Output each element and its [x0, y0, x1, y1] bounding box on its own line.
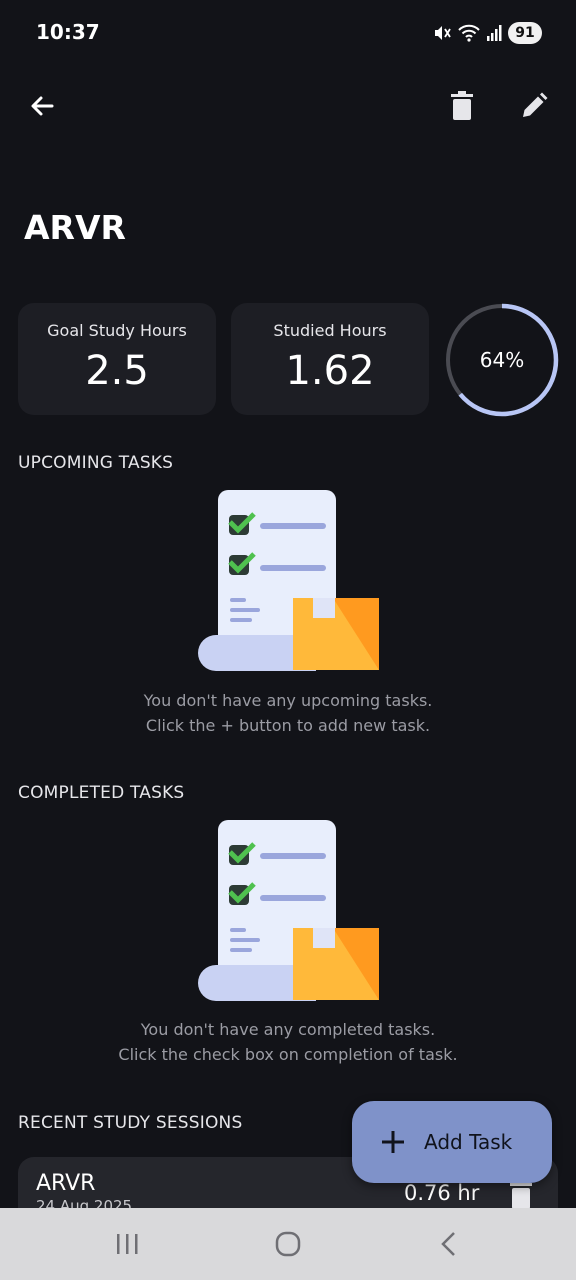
status-time: 10:37 [36, 20, 100, 44]
plus-icon [382, 1131, 404, 1153]
session-delete-icon[interactable] [510, 1181, 532, 1209]
recent-sessions-title: RECENT STUDY SESSIONS [18, 1113, 243, 1133]
upcoming-empty-line1: You don't have any upcoming tasks. [143, 691, 433, 710]
app-bar [0, 72, 576, 140]
session-subject: ARVR [36, 1171, 96, 1196]
edit-subject-button[interactable] [510, 82, 558, 130]
studied-hours-label: Studied Hours [273, 321, 387, 340]
back-button[interactable] [18, 82, 66, 130]
session-duration: 0.76 hr [404, 1181, 480, 1205]
add-task-label: Add Task [424, 1130, 513, 1154]
home-icon [275, 1231, 301, 1257]
upcoming-empty-message: You don't have any upcoming tasks. Click… [0, 688, 576, 738]
completed-empty-line1: You don't have any completed tasks. [140, 1020, 436, 1039]
goal-hours-value: 2.5 [85, 348, 149, 394]
navigation-bar [0, 1208, 576, 1280]
recents-button[interactable] [107, 1226, 147, 1262]
goal-hours-label: Goal Study Hours [47, 321, 187, 340]
subject-title: ARVR [24, 208, 126, 247]
add-task-button[interactable]: Add Task [352, 1101, 552, 1183]
completed-empty-message: You don't have any completed tasks. Clic… [0, 1017, 576, 1067]
back-arrow-icon [31, 96, 54, 116]
completed-tasks-title: COMPLETED TASKS [18, 783, 185, 803]
status-bar: 10:37 91 [0, 0, 576, 68]
progress-percentage: 64% [479, 348, 525, 372]
studied-hours-card: Studied Hours 1.62 [231, 303, 429, 415]
completed-empty-line2: Click the check box on completion of tas… [118, 1045, 458, 1064]
nav-back-button[interactable] [429, 1226, 469, 1262]
empty-completed-illustration [198, 820, 379, 1001]
empty-tasks-illustration [198, 490, 379, 671]
signal-icon [487, 25, 502, 41]
status-icons: 91 [432, 20, 542, 46]
upcoming-tasks-title: UPCOMING TASKS [18, 453, 174, 473]
delete-subject-button[interactable] [438, 82, 486, 130]
goal-hours-card: Goal Study Hours 2.5 [18, 303, 216, 415]
battery-icon: 91 [508, 22, 542, 44]
recents-icon [117, 1234, 138, 1254]
wifi-icon [458, 24, 480, 42]
upcoming-empty-line2: Click the + button to add new task. [145, 716, 431, 735]
mute-icon [435, 26, 451, 40]
home-button[interactable] [268, 1226, 308, 1262]
trash-icon [451, 91, 473, 120]
pencil-icon [523, 92, 548, 117]
back-icon [441, 1232, 455, 1256]
studied-hours-value: 1.62 [285, 348, 375, 394]
